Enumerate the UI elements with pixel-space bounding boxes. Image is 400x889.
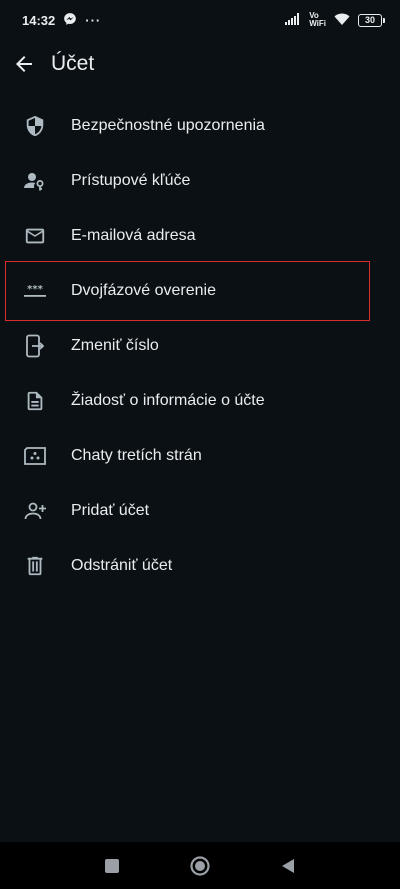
item-change-number[interactable]: Zmeniť číslo [0, 318, 400, 373]
status-left: 14:32 ··· [22, 12, 101, 29]
item-label: E-mailová adresa [71, 226, 196, 244]
item-security-notifications[interactable]: Bezpečnostné upozornenia [0, 98, 400, 153]
item-label: Chaty tretích strán [71, 446, 202, 464]
item-passkeys[interactable]: Prístupové kľúče [0, 153, 400, 208]
account-settings-list: Bezpečnostné upozornenia Prístupové kľúč… [0, 98, 400, 593]
item-label: Žiadosť o informácie o účte [71, 391, 265, 409]
battery-icon: 30 [358, 13, 385, 27]
status-time: 14:32 [22, 12, 56, 28]
signal-icon [285, 12, 301, 28]
wifi-icon [334, 13, 350, 28]
item-add-account[interactable]: Pridať účet [0, 483, 400, 538]
item-label: Prístupové kľúče [71, 171, 191, 189]
home-circle-icon[interactable] [189, 855, 211, 877]
item-third-party-chats[interactable]: Chaty tretích strán [0, 428, 400, 483]
vowifi-indicator: Vo WiFi [309, 12, 326, 28]
item-request-account-info[interactable]: Žiadosť o informácie o účte [0, 373, 400, 428]
recents-square-icon[interactable] [104, 858, 120, 874]
back-triangle-icon[interactable] [280, 857, 296, 875]
item-label: Zmeniť číslo [71, 336, 159, 354]
document-icon [23, 389, 47, 413]
item-label: Dvojfázové overenie [71, 281, 216, 299]
item-label: Odstrániť účet [71, 556, 173, 574]
mail-icon [23, 224, 47, 248]
vowifi-bottom: WiFi [309, 19, 326, 28]
system-nav-bar [0, 842, 400, 889]
more-notifications: ··· [85, 12, 102, 28]
shield-icon [23, 114, 47, 138]
item-label: Bezpečnostné upozornenia [71, 116, 265, 134]
phone-transfer-icon [23, 334, 47, 358]
item-two-step-verification[interactable]: *** Dvojfázové overenie [0, 261, 400, 321]
arrow-left-icon[interactable] [12, 52, 36, 76]
trash-icon [23, 554, 47, 578]
item-email-address[interactable]: E-mailová adresa [0, 208, 400, 263]
status-right: Vo WiFi 30 [285, 12, 385, 28]
third-party-chat-icon [23, 444, 47, 468]
svg-text:***: *** [27, 284, 43, 295]
status-bar: 14:32 ··· Vo WiFi 30 [0, 0, 400, 40]
app-bar: Účet [0, 40, 400, 88]
person-key-icon [23, 169, 47, 193]
item-label: Pridať účet [71, 501, 150, 519]
item-delete-account[interactable]: Odstrániť účet [0, 538, 400, 593]
password-dots-icon: *** [23, 279, 47, 303]
page-title: Účet [51, 52, 95, 75]
person-add-icon [23, 499, 47, 523]
messenger-icon [63, 12, 77, 29]
